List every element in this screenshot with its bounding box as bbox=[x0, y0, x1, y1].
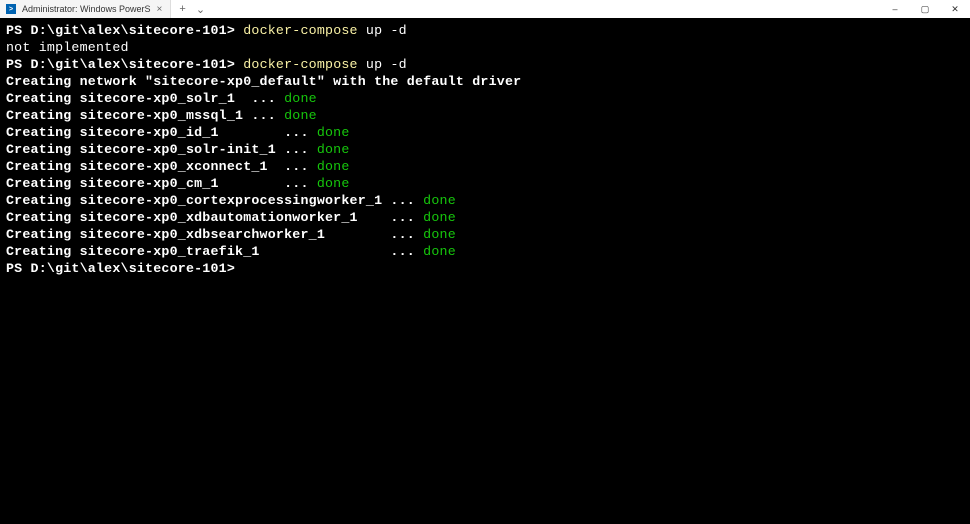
command: docker-compose bbox=[243, 57, 366, 72]
titlebar: > Administrator: Windows PowerS × + ⌄ – … bbox=[0, 0, 970, 18]
terminal-line: Creating sitecore-xp0_id_1 ... done bbox=[6, 124, 964, 141]
terminal-line: not implemented bbox=[6, 39, 964, 56]
terminal-window: > Administrator: Windows PowerS × + ⌄ – … bbox=[0, 0, 970, 524]
tab-actions: + ⌄ bbox=[171, 3, 213, 16]
terminal-line: Creating network "sitecore-xp0_default" … bbox=[6, 73, 964, 90]
powershell-icon: > bbox=[6, 4, 16, 14]
creating-text: Creating sitecore-xp0_xdbsearchworker_1 … bbox=[6, 227, 423, 242]
creating-text: Creating sitecore-xp0_cortexprocessingwo… bbox=[6, 193, 423, 208]
done-label: done bbox=[317, 159, 350, 174]
creating-text: Creating sitecore-xp0_xconnect_1 ... bbox=[6, 159, 317, 174]
tab-title: Administrator: Windows PowerS bbox=[22, 4, 151, 14]
creating-text: Creating sitecore-xp0_xdbautomationworke… bbox=[6, 210, 423, 225]
terminal-line: Creating sitecore-xp0_xdbautomationworke… bbox=[6, 209, 964, 226]
terminal-line: Creating sitecore-xp0_solr-init_1 ... do… bbox=[6, 141, 964, 158]
terminal-line: PS D:\git\alex\sitecore-101> docker-comp… bbox=[6, 56, 964, 73]
done-label: done bbox=[317, 142, 350, 157]
terminal-line: Creating sitecore-xp0_cortexprocessingwo… bbox=[6, 192, 964, 209]
creating-text: Creating sitecore-xp0_mssql_1 ... bbox=[6, 108, 284, 123]
output-text: Creating network "sitecore-xp0_default" … bbox=[6, 74, 521, 89]
done-label: done bbox=[423, 193, 456, 208]
terminal-line: PS D:\git\alex\sitecore-101> bbox=[6, 260, 964, 277]
command-flag: -d bbox=[390, 57, 406, 72]
done-label: done bbox=[284, 108, 317, 123]
command: docker-compose bbox=[243, 23, 366, 38]
creating-text: Creating sitecore-xp0_id_1 ... bbox=[6, 125, 317, 140]
new-tab-button[interactable]: + bbox=[179, 3, 185, 15]
terminal-line: Creating sitecore-xp0_mssql_1 ... done bbox=[6, 107, 964, 124]
tab-dropdown-button[interactable]: ⌄ bbox=[196, 3, 205, 16]
prompt: PS D:\git\alex\sitecore-101> bbox=[6, 57, 243, 72]
close-button[interactable]: ✕ bbox=[940, 0, 970, 18]
prompt: PS D:\git\alex\sitecore-101> bbox=[6, 23, 243, 38]
done-label: done bbox=[423, 227, 456, 242]
terminal-line: Creating sitecore-xp0_cm_1 ... done bbox=[6, 175, 964, 192]
command-flag: -d bbox=[390, 23, 406, 38]
titlebar-left: > Administrator: Windows PowerS × + ⌄ bbox=[0, 0, 213, 18]
maximize-button[interactable]: ▢ bbox=[910, 0, 940, 18]
active-tab[interactable]: > Administrator: Windows PowerS × bbox=[0, 0, 171, 18]
done-label: done bbox=[423, 210, 456, 225]
done-label: done bbox=[284, 91, 317, 106]
command-arg: up bbox=[366, 23, 391, 38]
done-label: done bbox=[317, 125, 350, 140]
done-label: done bbox=[317, 176, 350, 191]
terminal-line: Creating sitecore-xp0_solr_1 ... done bbox=[6, 90, 964, 107]
minimize-button[interactable]: – bbox=[880, 0, 910, 18]
output-text: not implemented bbox=[6, 40, 129, 55]
terminal-area[interactable]: PS D:\git\alex\sitecore-101> docker-comp… bbox=[0, 18, 970, 524]
terminal-line: Creating sitecore-xp0_traefik_1 ... done bbox=[6, 243, 964, 260]
terminal-line: Creating sitecore-xp0_xconnect_1 ... don… bbox=[6, 158, 964, 175]
tab-close-button[interactable]: × bbox=[157, 4, 163, 15]
done-label: done bbox=[423, 244, 456, 259]
creating-text: Creating sitecore-xp0_traefik_1 ... bbox=[6, 244, 423, 259]
creating-text: Creating sitecore-xp0_solr_1 ... bbox=[6, 91, 284, 106]
window-controls: – ▢ ✕ bbox=[880, 0, 970, 18]
command-arg: up bbox=[366, 57, 391, 72]
prompt: PS D:\git\alex\sitecore-101> bbox=[6, 261, 235, 276]
creating-text: Creating sitecore-xp0_solr-init_1 ... bbox=[6, 142, 317, 157]
creating-text: Creating sitecore-xp0_cm_1 ... bbox=[6, 176, 317, 191]
terminal-line: PS D:\git\alex\sitecore-101> docker-comp… bbox=[6, 22, 964, 39]
terminal-line: Creating sitecore-xp0_xdbsearchworker_1 … bbox=[6, 226, 964, 243]
